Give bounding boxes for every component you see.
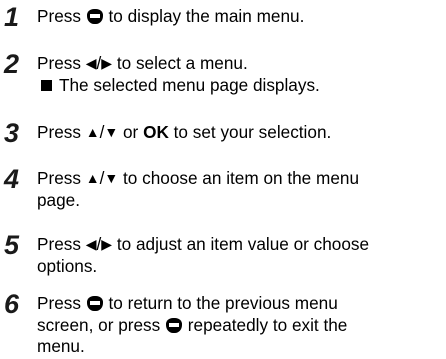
step-line: Press to return to the previous menu (37, 293, 442, 315)
step-number: 3 (4, 118, 20, 148)
bullet-square-icon (41, 79, 52, 91)
down-arrow-icon: ▼ (104, 170, 119, 186)
step-line: screen, or press repeatedly to exit the (37, 315, 442, 337)
step-text-part: or (123, 122, 139, 142)
ok-button-label: OK (143, 122, 169, 142)
step-text-part: repeatedly to exit the (187, 314, 348, 335)
step-line: page. (37, 189, 81, 210)
step-line: Press ▲/▼ to choose an item on the menu (37, 168, 442, 190)
step-text: Press ◀/▶ to adjust an item value or cho… (37, 234, 442, 277)
step-text-part: to return to the previous menu (108, 293, 338, 313)
step-line: Press to display the main menu. (37, 6, 442, 28)
menu-button-icon (86, 9, 103, 24)
menu-button-icon (86, 296, 103, 311)
step-text-part: Press (37, 293, 81, 313)
step-text-part: Press (37, 122, 81, 142)
step-text: Press to return to the previous menu scr… (37, 293, 442, 358)
step-line: Press ▲/▼ or OK to set your selection. (37, 122, 442, 144)
step-line: options. (37, 255, 98, 276)
step-text-part: Press (37, 6, 81, 26)
step-number: 1 (4, 2, 20, 32)
step-line: Press ◀/▶ to adjust an item value or cho… (37, 234, 442, 256)
up-arrow-icon: ▲ (85, 170, 100, 186)
step-note: The selected menu page displays. (37, 75, 442, 97)
step-text-part: screen, or press (37, 314, 161, 335)
step-note-text: The selected menu page displays. (59, 74, 320, 95)
step-text-part: Press (37, 53, 81, 73)
step-text-part: Press (37, 234, 81, 254)
step-text: Press ▲/▼ or OK to set your selection. (37, 122, 442, 144)
step-number: 2 (4, 49, 20, 79)
step-text: Press to display the main menu. (37, 6, 442, 28)
step-text-part: to choose an item on the menu (123, 168, 360, 188)
step-text-part: to set your selection. (173, 122, 332, 142)
step-text-part: Press (37, 168, 81, 188)
step-number: 5 (4, 230, 20, 260)
step-text-part: to select a menu. (116, 53, 248, 73)
step-text: Press ▲/▼ to choose an item on the menu … (37, 168, 442, 211)
menu-button-icon (166, 317, 183, 333)
step-line: Press ◀/▶ to select a menu. (37, 53, 442, 75)
step-text-part: to adjust an item value or choose (116, 234, 370, 254)
step-number: 4 (4, 164, 20, 194)
up-arrow-icon: ▲ (85, 124, 100, 140)
down-arrow-icon: ▼ (104, 124, 119, 140)
right-arrow-icon: ▶ (101, 236, 113, 252)
step-text: Press ◀/▶ to select a menu. The selected… (37, 53, 442, 96)
step-text-part: to display the main menu. (108, 6, 305, 26)
left-arrow-icon: ◀ (85, 55, 97, 71)
step-line: menu. (37, 336, 85, 356)
right-arrow-icon: ▶ (101, 55, 113, 71)
left-arrow-icon: ◀ (85, 236, 97, 252)
step-number: 6 (4, 289, 20, 319)
